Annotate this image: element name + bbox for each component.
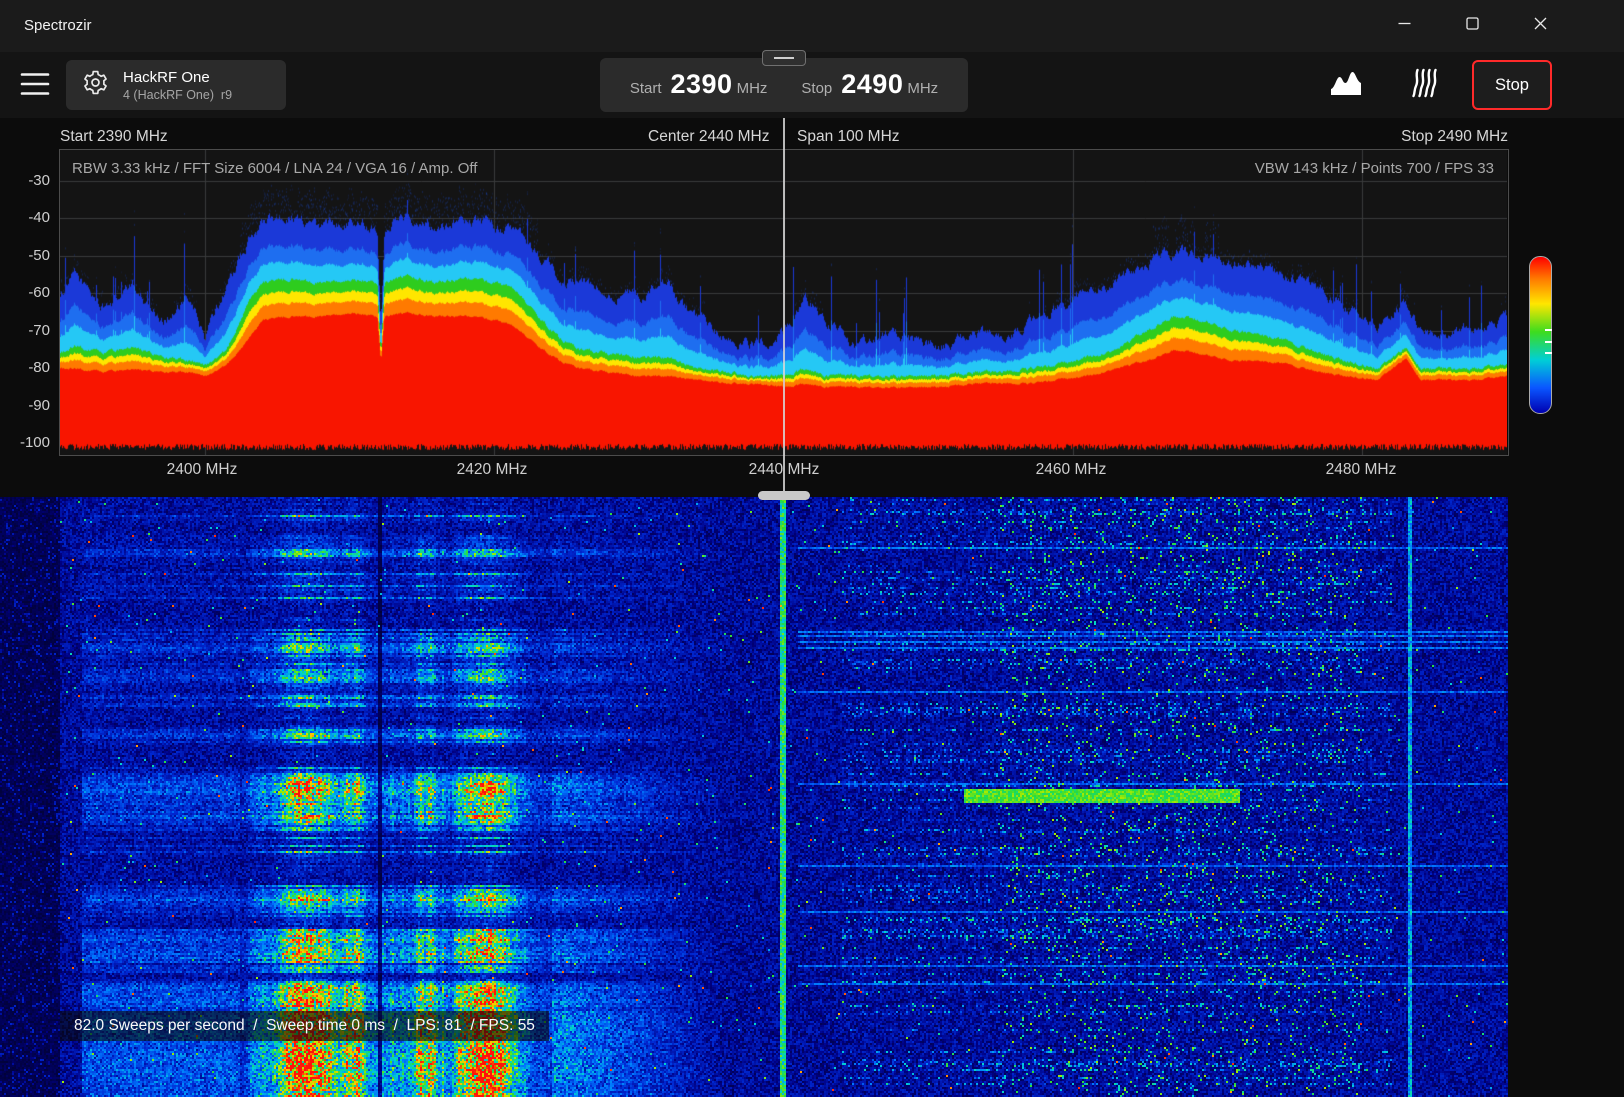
waterfall-icon [1406,68,1438,103]
grip-icon [774,57,794,59]
hamburger-icon [20,84,50,101]
stop-freq-unit: MHz [907,80,938,97]
stop-button[interactable]: Stop [1472,60,1552,110]
start-freq-value[interactable]: 2390 [671,69,733,99]
gear-icon [82,69,109,101]
stop-freq-value[interactable]: 2490 [841,69,903,99]
colorbar-tick [1545,341,1552,343]
header-start-label: Start 2390 MHz [60,128,168,146]
center-frequency-line[interactable] [783,118,785,497]
device-info: HackRF One 4 (HackRF One) r9 [123,68,232,103]
x-axis-tick: 2400 MHz [157,461,247,479]
header-span-label: Span 100 MHz [797,128,900,146]
header-stop-label: Stop 2490 MHz [1401,128,1508,146]
start-freq-unit: MHz [737,80,768,97]
y-axis-tick: -50 [8,247,50,264]
minimize-icon [1398,17,1411,35]
spectrum-view-button[interactable] [1326,68,1366,102]
freq-range-drag-handle[interactable] [762,50,806,66]
waterfall-view-button[interactable] [1402,68,1442,102]
stop-button-label: Stop [1495,76,1529,95]
device-name: HackRF One [123,68,232,87]
sweep-settings-left: RBW 3.33 kHz / FFT Size 6004 / LNA 24 / … [72,160,477,177]
y-axis-tick: -70 [8,322,50,339]
waterfall-drag-handle[interactable] [758,491,810,500]
color-scale-bar[interactable] [1529,256,1552,414]
device-selector-button[interactable]: HackRF One 4 (HackRF One) r9 [66,60,286,110]
waterfall-display[interactable] [0,497,1508,1097]
close-button[interactable] [1506,0,1574,52]
minimize-button[interactable] [1370,0,1438,52]
header-center-label: Center 2440 MHz [648,128,769,146]
maximize-button[interactable] [1438,0,1506,52]
y-axis-tick: -80 [8,359,50,376]
stop-freq-label: Stop [801,80,832,97]
app-window: Spectrozir [0,0,1624,1097]
colorbar-tick [1545,329,1552,331]
x-axis-tick: 2460 MHz [1026,461,1116,479]
close-icon [1534,17,1547,35]
x-axis-tick: 2420 MHz [447,461,537,479]
titlebar: Spectrozir [0,0,1624,52]
sweep-settings-right: VBW 143 kHz / Points 700 / FPS 33 [1255,160,1494,177]
window-controls [1370,0,1574,52]
spectrum-chart-icon [1330,69,1362,102]
device-detail: 4 (HackRF One) r9 [123,87,232,103]
status-bar: 82.0 Sweeps per second / Sweep time 0 ms… [60,1011,549,1041]
colorbar-tick [1545,352,1552,354]
y-axis-tick: -100 [8,434,50,451]
x-axis-tick: 2480 MHz [1316,461,1406,479]
y-axis-tick: -60 [8,284,50,301]
y-axis-tick: -30 [8,172,50,189]
frequency-range-control[interactable]: Start2390MHzStop2490MHz [600,58,968,112]
y-axis-tick: -90 [8,397,50,414]
maximize-icon [1466,17,1479,35]
app-title: Spectrozir [24,17,92,34]
menu-button[interactable] [20,71,52,99]
y-axis-tick: -40 [8,209,50,226]
start-freq-label: Start [630,80,662,97]
